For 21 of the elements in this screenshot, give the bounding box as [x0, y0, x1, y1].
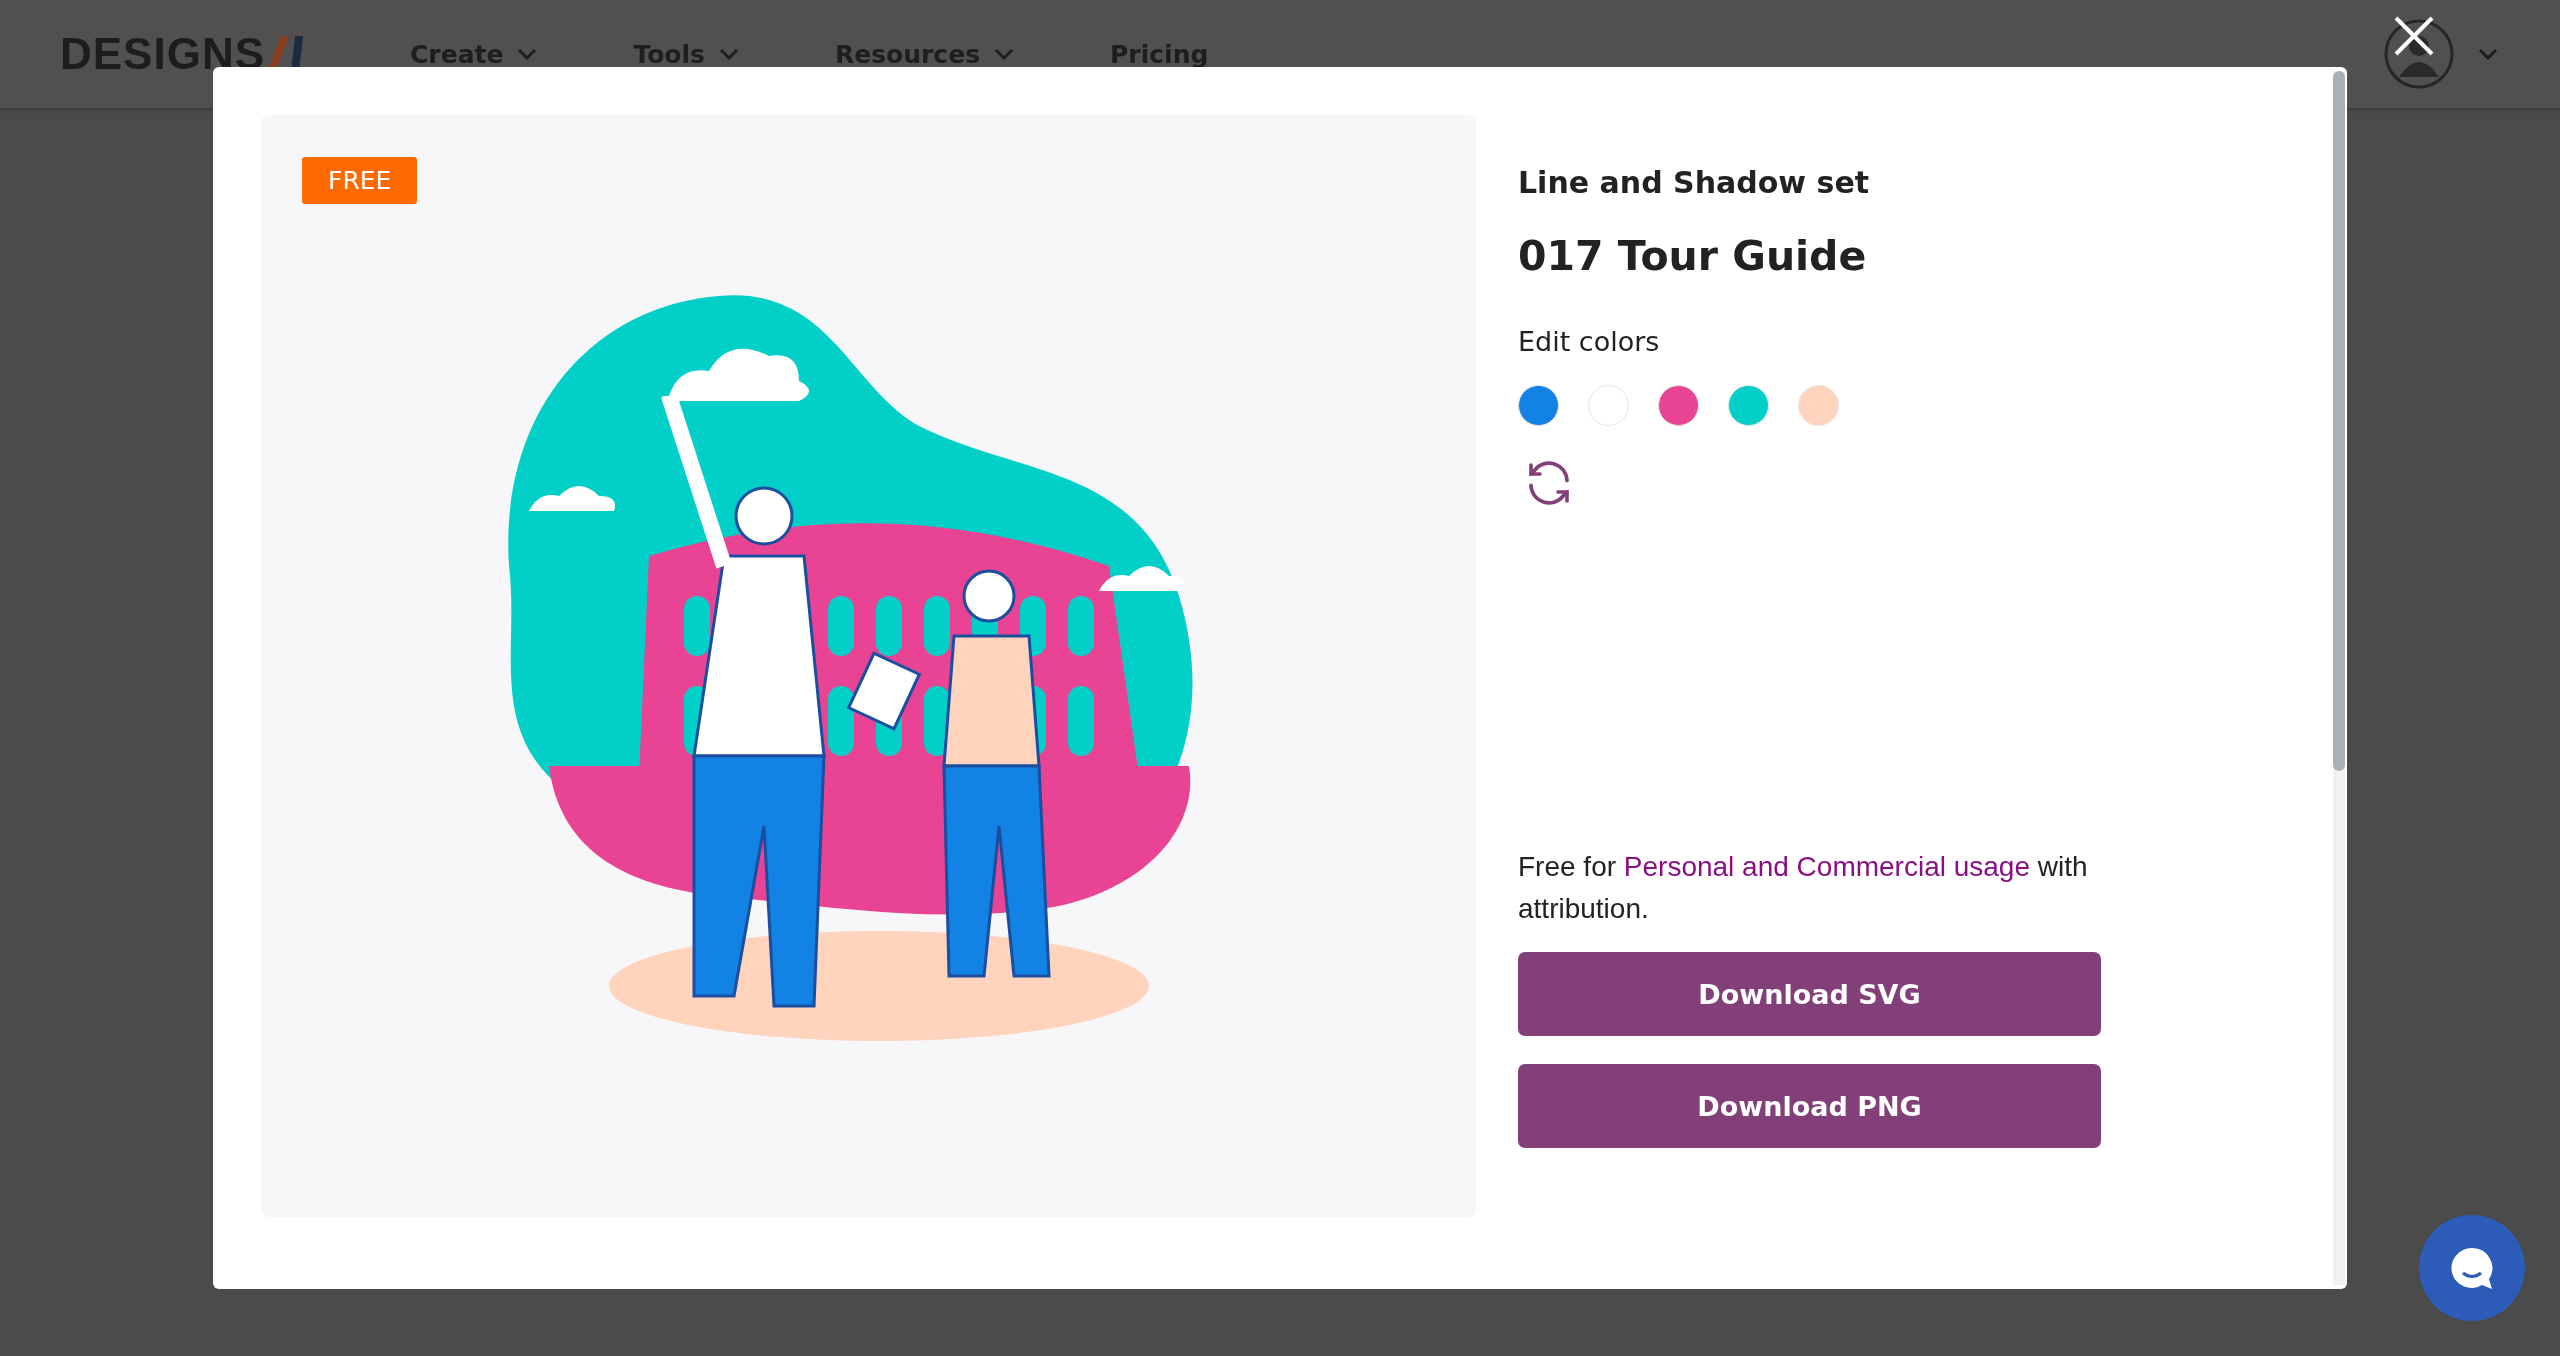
license-text: Free for Personal and Commercial usage with attribution. [1518, 850, 2089, 926]
license-link[interactable]: Personal and Commercial usage [1623, 851, 2031, 882]
color-swatch[interactable] [1728, 385, 1769, 426]
close-icon [2392, 14, 2436, 58]
free-badge: FREE [302, 157, 418, 204]
color-swatch[interactable] [1658, 385, 1699, 426]
chevron-down-icon [718, 48, 739, 60]
illustration-title: 017 Tour Guide [1518, 232, 1868, 280]
download-button[interactable]: Download SVG [1518, 952, 2101, 1036]
chevron-down-icon [517, 48, 538, 60]
chevron-down-icon [994, 48, 1014, 60]
set-name: Line and Shadow set [1518, 165, 1871, 200]
avatar-icon[interactable] [2384, 19, 2454, 89]
edit-colors-label: Edit colors [1518, 326, 1661, 357]
color-swatch[interactable] [1518, 385, 1559, 426]
color-swatch[interactable] [1798, 385, 1839, 426]
close-button[interactable] [2392, 14, 2436, 58]
download-button[interactable]: Download PNG [1518, 1064, 2101, 1148]
scrollbar[interactable] [2333, 71, 2345, 1285]
color-swatch[interactable] [1588, 385, 1629, 426]
chevron-down-icon [2478, 48, 2498, 60]
